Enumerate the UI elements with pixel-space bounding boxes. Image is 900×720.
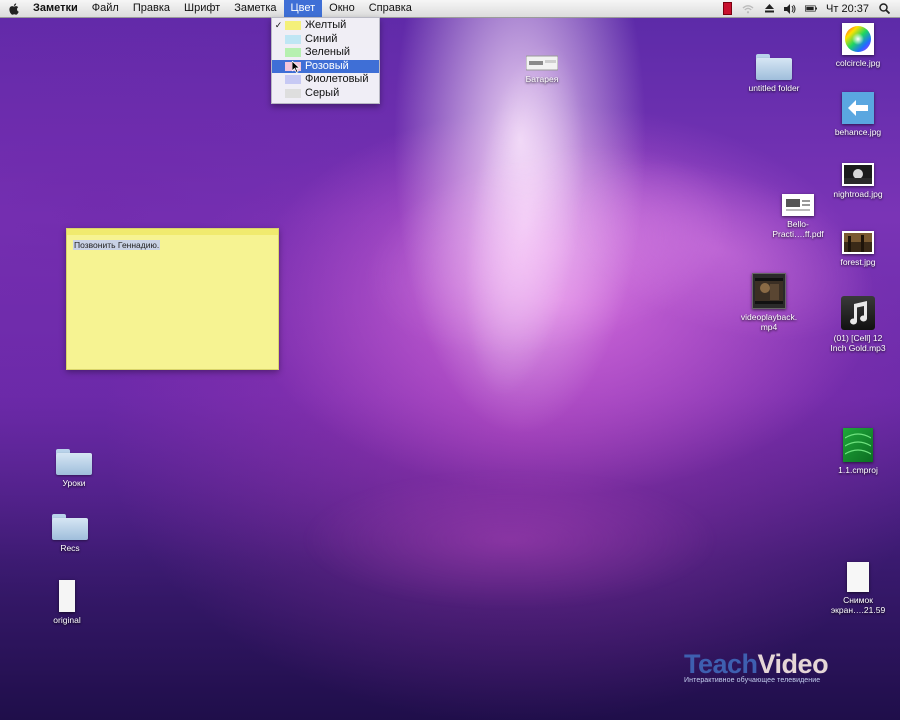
color-menu-label: Серый xyxy=(305,86,340,99)
desktop-icon-original[interactable]: original xyxy=(37,580,97,625)
desktop-icon-cmproj[interactable]: 1.1.cmproj xyxy=(826,428,890,475)
checkmark-icon: ✓ xyxy=(274,20,283,30)
color-menu-item-blue[interactable]: Синий xyxy=(272,33,379,47)
document-file-icon xyxy=(59,580,75,612)
desktop-icon-forest[interactable]: forest.jpg xyxy=(826,231,890,267)
folder-icon xyxy=(756,54,792,80)
desktop-icon-mp3[interactable]: (01) [Cell] 12 Inch Gold.mp3 xyxy=(818,296,898,353)
desktop-icon-nightroad[interactable]: nightroad.jpg xyxy=(826,163,890,199)
color-wheel-image-icon xyxy=(842,23,874,55)
eject-icon[interactable] xyxy=(763,3,775,15)
sticky-note[interactable]: Позвонить Геннадию. xyxy=(66,228,279,370)
gray-swatch xyxy=(285,88,301,98)
folder-alias-icon xyxy=(52,514,88,540)
menu-bar: Заметки Файл Правка Шрифт Заметка Цвет О… xyxy=(0,0,900,18)
camtasia-project-icon xyxy=(843,428,873,462)
menu-window[interactable]: Окно xyxy=(322,0,362,17)
desktop-icon-untitled-folder[interactable]: untitled folder xyxy=(738,54,810,93)
menu-color[interactable]: Цвет xyxy=(283,0,323,17)
video-file-icon xyxy=(752,273,786,309)
desktop-icon-bello-pdf[interactable]: Bello- Practi….ff.pdf xyxy=(764,194,832,239)
color-menu-item-gray[interactable]: Серый xyxy=(272,87,379,101)
blue-swatch xyxy=(285,34,301,44)
color-menu-label: Розовый xyxy=(305,59,349,72)
sticky-note-titlebar[interactable] xyxy=(67,229,278,235)
volume-icon[interactable] xyxy=(784,3,796,15)
desktop-icon-uroki[interactable]: Уроки xyxy=(44,449,104,488)
spotlight-search-icon[interactable] xyxy=(878,3,890,15)
color-menu-label: Желтый xyxy=(305,19,347,31)
color-menu-label: Зеленый xyxy=(305,46,351,58)
record-icon[interactable] xyxy=(721,2,733,15)
color-menu-item-yellow[interactable]: ✓ Желтый xyxy=(272,19,379,33)
night-road-image-icon xyxy=(842,163,874,186)
music-note-icon xyxy=(841,296,875,330)
wifi-icon[interactable] xyxy=(742,3,754,15)
battery-file-icon xyxy=(526,55,558,71)
pdf-document-icon xyxy=(782,194,814,216)
desktop-icon-colcircle[interactable]: colcircle.jpg xyxy=(826,23,890,68)
color-menu-label: Синий xyxy=(305,32,338,45)
menu-font[interactable]: Шрифт xyxy=(177,0,227,17)
menu-note[interactable]: Заметка xyxy=(227,0,283,17)
menu-help[interactable]: Справка xyxy=(362,0,419,17)
purple-swatch xyxy=(285,75,301,85)
apple-menu-icon[interactable] xyxy=(0,0,26,17)
color-menu-item-pink[interactable]: Розовый xyxy=(272,59,379,73)
mouse-pointer-icon xyxy=(292,61,301,73)
color-menu: ✓ Желтый Синий Зеленый Розовый Фиолетовы… xyxy=(271,17,380,104)
status-area: Чт 20:37 xyxy=(721,0,900,17)
screenshot-file-icon xyxy=(847,562,869,592)
arrow-image-icon xyxy=(842,92,874,124)
desktop-icon-recs[interactable]: Recs xyxy=(40,514,100,553)
color-menu-label: Фиолетовый xyxy=(305,73,369,85)
sticky-note-text[interactable]: Позвонить Геннадию. xyxy=(73,240,161,250)
menu-app-notes[interactable]: Заметки xyxy=(26,0,85,17)
menu-edit[interactable]: Правка xyxy=(126,0,177,17)
menu-file[interactable]: Файл xyxy=(85,0,126,17)
battery-status-icon[interactable] xyxy=(805,3,818,15)
desktop-icon-videoplayback[interactable]: videoplayback. mp4 xyxy=(732,273,806,332)
desktop-icon-battery[interactable]: Батарея xyxy=(512,55,572,84)
watermark-tagline: Интерактивное обучающее телевидение xyxy=(684,677,821,684)
desktop-icon-behance[interactable]: behance.jpg xyxy=(826,92,890,137)
desktop-icon-screenshot[interactable]: Снимок экран….21.59 xyxy=(818,562,898,615)
teachvideo-watermark: TeachVideo Интерактивное обучающее телев… xyxy=(684,649,866,689)
menubar-clock[interactable]: Чт 20:37 xyxy=(826,3,869,15)
color-menu-item-purple[interactable]: Фиолетовый xyxy=(272,73,379,87)
folder-icon xyxy=(56,449,92,475)
yellow-swatch xyxy=(285,21,301,31)
forest-image-icon xyxy=(842,231,874,254)
green-swatch xyxy=(285,48,301,58)
watermark-brand: TeachVideo xyxy=(684,649,829,679)
color-menu-item-green[interactable]: Зеленый xyxy=(272,46,379,60)
